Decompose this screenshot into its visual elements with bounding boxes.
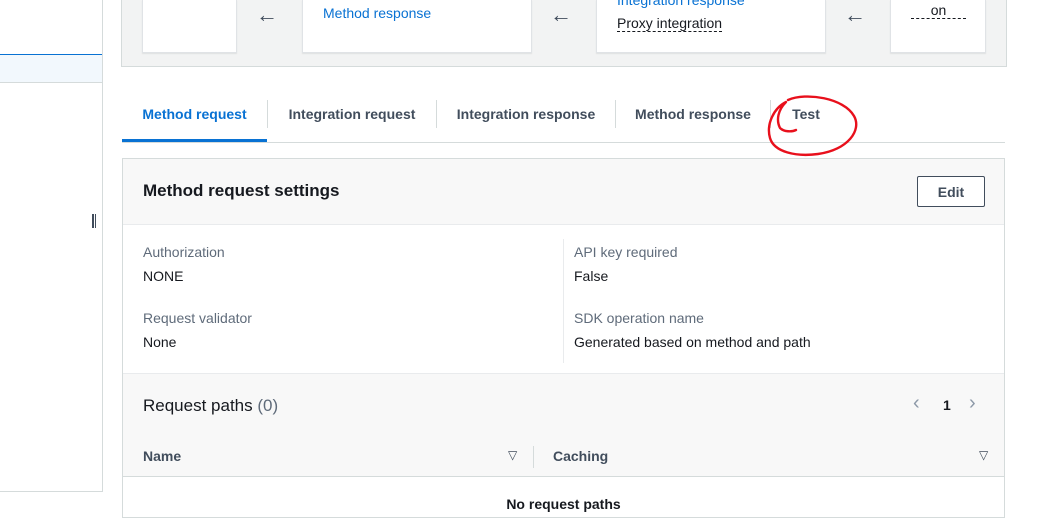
column-header-caching[interactable]: Caching <box>553 448 608 464</box>
panel-header: Method request settings Edit <box>123 159 1004 225</box>
arrow-left-icon: ← <box>844 2 866 27</box>
method-execution-flow: ← Method response ← Integration response… <box>121 0 1007 67</box>
method-request-settings-panel: Method request settings Edit Authorizati… <box>122 158 1005 518</box>
authorization-value: NONE <box>143 268 184 284</box>
arrow-left-icon: ← <box>550 2 572 27</box>
edit-button[interactable]: Edit <box>917 176 985 207</box>
chevron-left-icon[interactable]: ‹ <box>913 392 920 415</box>
sidebar-selected-item[interactable] <box>0 54 102 83</box>
api-key-required-label: API key required <box>574 244 678 260</box>
chevron-right-icon[interactable]: › <box>969 392 976 415</box>
integration-type: Proxy integration <box>617 15 723 32</box>
authorization-label: Authorization <box>143 244 225 260</box>
table-header: Name ▽ Caching ▽ <box>123 438 1004 477</box>
sort-icon[interactable]: ▽ <box>979 448 988 462</box>
red-circle-annotation <box>767 95 858 156</box>
request-validator-value: None <box>143 334 177 350</box>
arrow-left-icon: ← <box>256 2 278 27</box>
flow-box-integration-response[interactable]: Integration response Proxy integration <box>596 0 826 53</box>
sdk-operation-name-value: Generated based on method and path <box>574 334 811 350</box>
panel-title: Method request settings <box>143 181 340 200</box>
empty-state-text: No request paths <box>506 496 621 512</box>
resize-handle-icon[interactable] <box>92 214 96 228</box>
request-paths-header: Request paths (0) ‹ 1 › <box>123 373 1004 439</box>
request-validator-label: Request validator <box>143 310 252 326</box>
tab-integration-request[interactable]: Integration request <box>268 96 436 142</box>
request-paths-title: Request paths (0) <box>143 396 278 416</box>
tab-method-response[interactable]: Method response <box>616 96 770 142</box>
sdk-operation-name-label: SDK operation name <box>574 310 704 326</box>
method-tabs: Method request Integration request Integ… <box>122 96 1005 143</box>
flow-box-backend: on <box>890 0 986 53</box>
api-key-required-value: False <box>574 268 609 284</box>
page-number[interactable]: 1 <box>943 397 951 413</box>
method-response-link[interactable]: Method response <box>323 5 431 21</box>
flow-box-client <box>142 0 237 53</box>
column-header-name[interactable]: Name <box>143 448 181 464</box>
flow-box-method-response[interactable]: Method response <box>302 0 532 53</box>
tab-integration-response[interactable]: Integration response <box>437 96 615 142</box>
sort-icon[interactable]: ▽ <box>508 448 517 462</box>
column-divider <box>563 239 564 363</box>
integration-response-link[interactable]: Integration response <box>617 0 745 8</box>
column-divider <box>533 446 534 468</box>
backend-label: on <box>911 2 966 19</box>
request-paths-count: (0) <box>257 396 279 415</box>
tab-method-request[interactable]: Method request <box>122 96 267 142</box>
side-navigation <box>0 0 103 492</box>
request-paths-title-text: Request paths <box>143 396 253 415</box>
